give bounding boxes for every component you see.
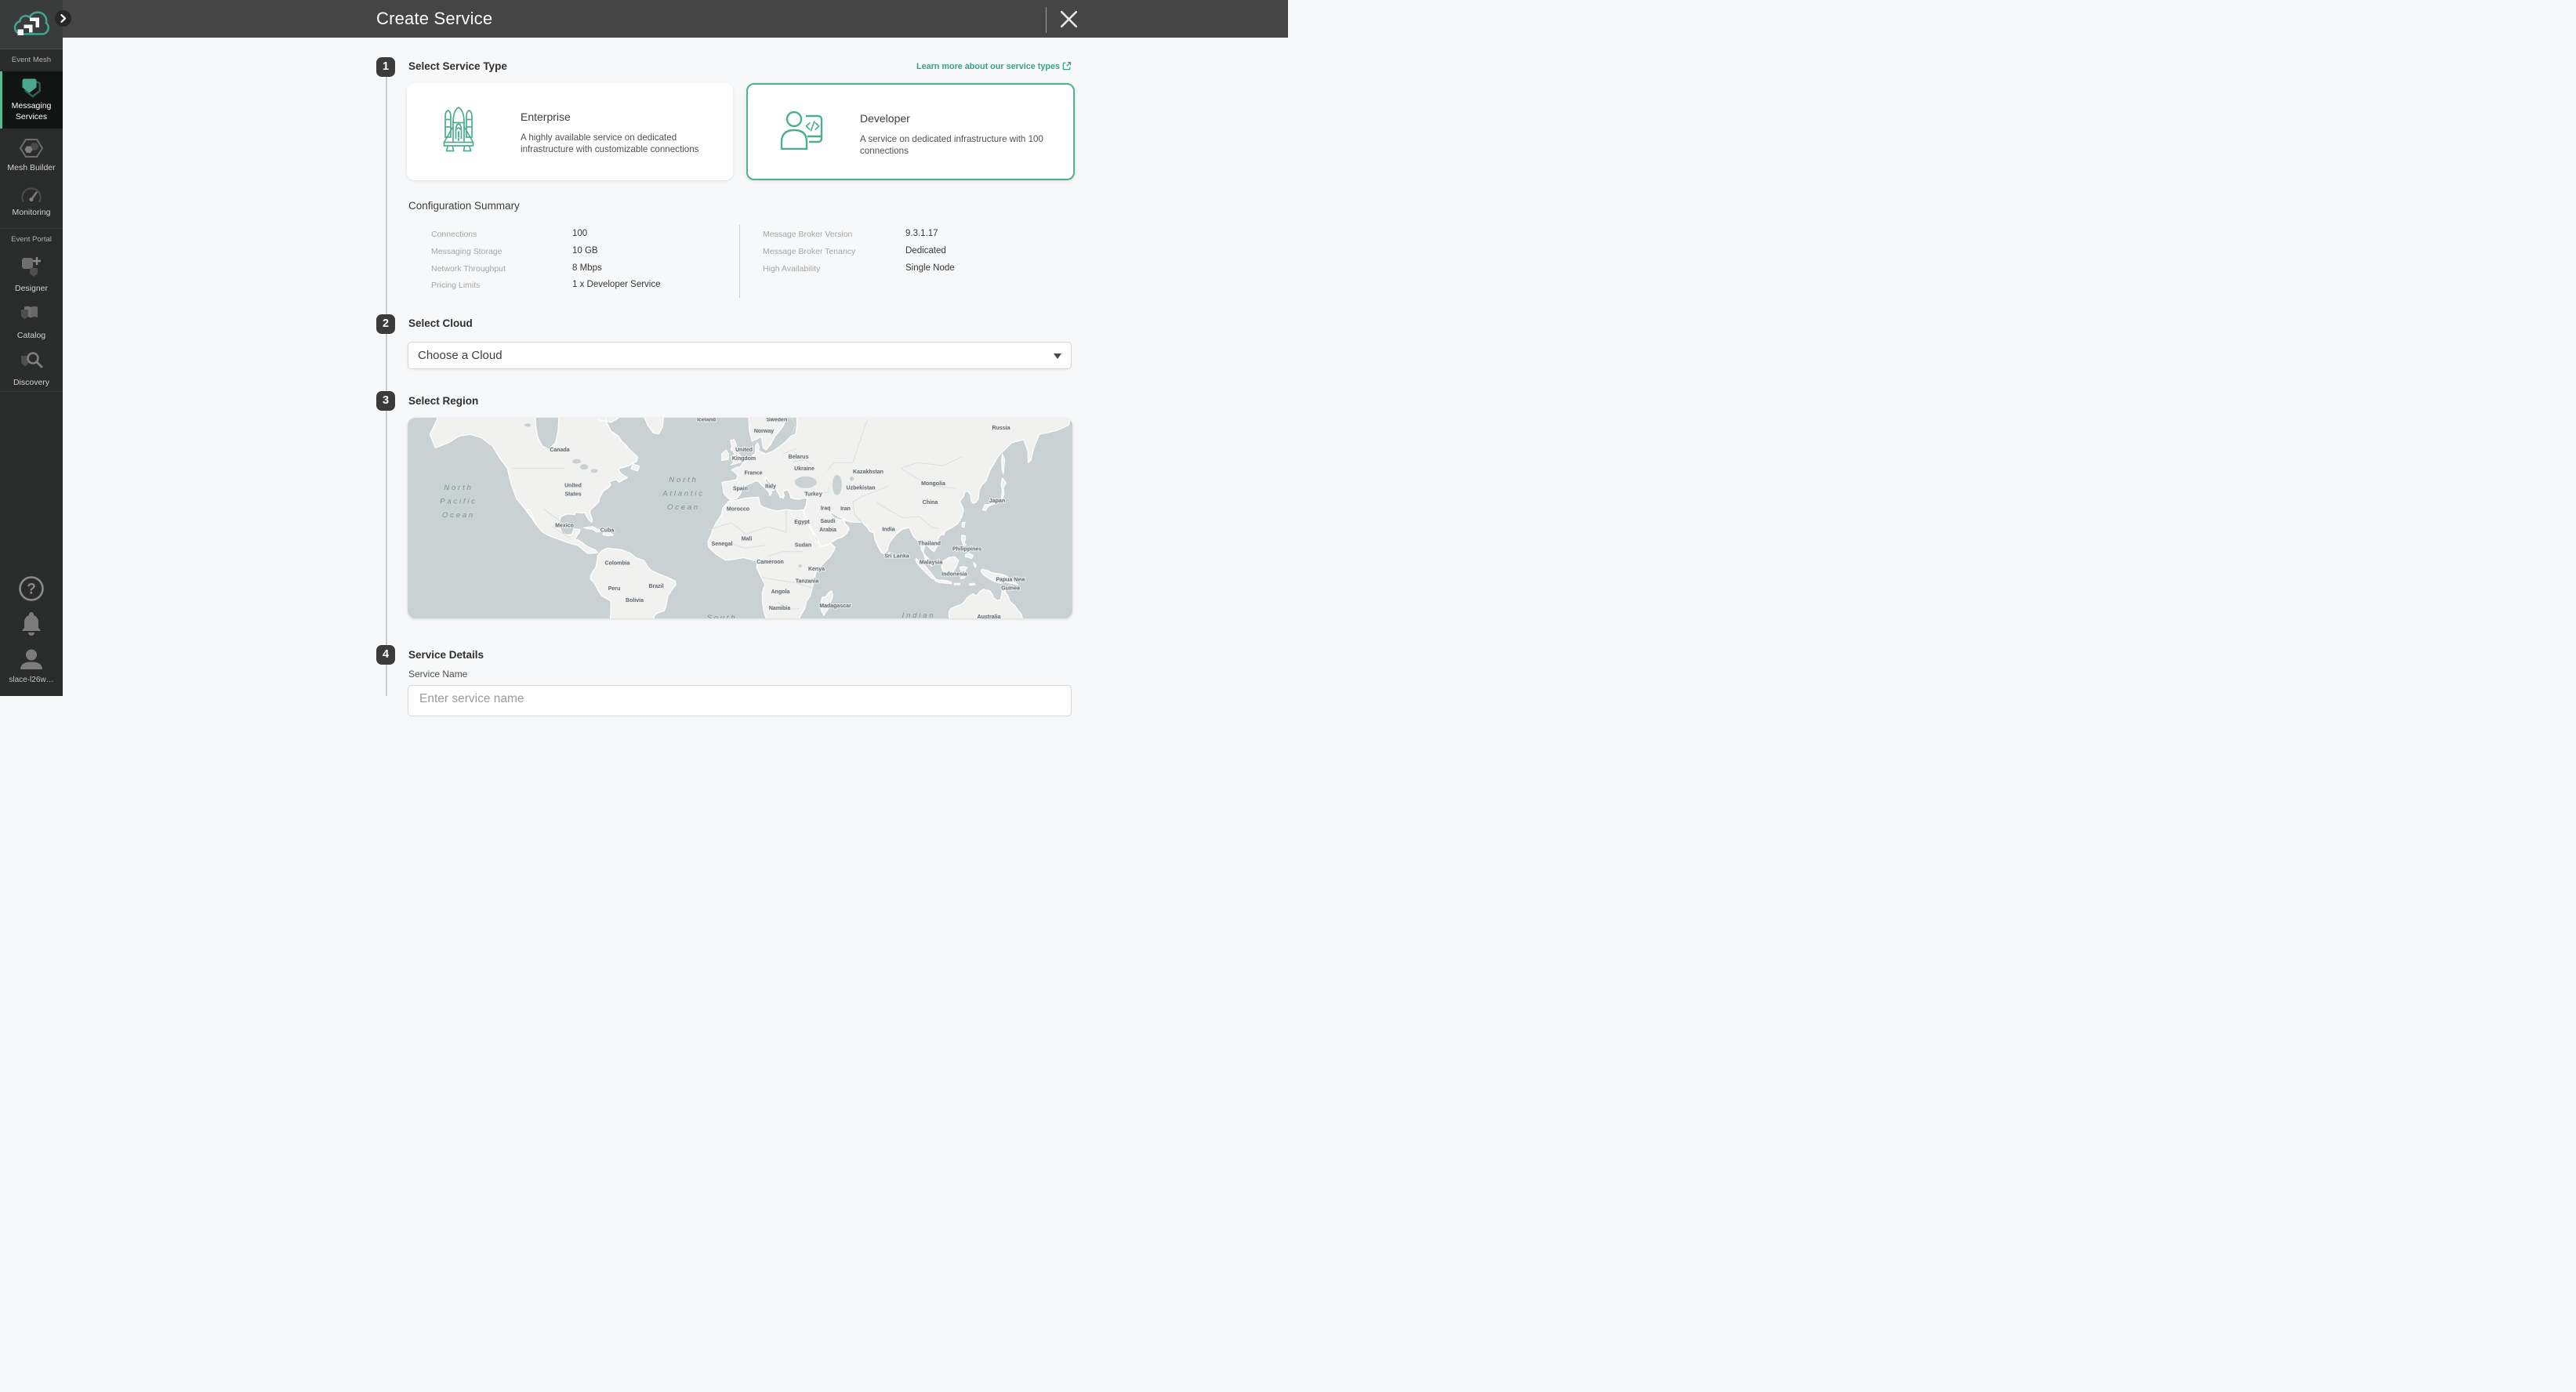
svg-text:Canada: Canada	[550, 448, 569, 453]
svg-text:Mali: Mali	[742, 537, 753, 542]
svg-text:Spain: Spain	[733, 487, 748, 492]
svg-text:Cameroon: Cameroon	[756, 560, 784, 565]
svg-text:Uzbekistan: Uzbekistan	[847, 486, 876, 491]
svg-text:Angola: Angola	[771, 589, 790, 595]
svg-text:Mexico: Mexico	[555, 524, 574, 529]
svg-text:Iceland: Iceland	[697, 418, 716, 423]
svg-text:Indonesia: Indonesia	[942, 572, 967, 578]
svg-text:India: India	[882, 527, 894, 533]
svg-text:South: South	[707, 614, 738, 618]
svg-text:North: North	[444, 484, 473, 492]
svg-text:Tanzania: Tanzania	[796, 579, 819, 585]
svg-text:Namibia: Namibia	[769, 606, 790, 611]
svg-text:Ocean: Ocean	[442, 511, 475, 520]
svg-text:Mongolia: Mongolia	[921, 481, 945, 487]
svg-text:Italy: Italy	[765, 484, 776, 490]
svg-text:?: ?	[27, 582, 36, 598]
svg-text:Papua New: Papua New	[996, 578, 1025, 583]
svg-text:Malaysia: Malaysia	[920, 560, 942, 566]
svg-text:Madagascar: Madagascar	[819, 604, 851, 609]
svg-text:United: United	[564, 484, 582, 489]
svg-text:Arabia: Arabia	[819, 527, 836, 533]
svg-text:Iraq: Iraq	[821, 506, 831, 512]
svg-text:United: United	[735, 448, 753, 453]
svg-text:Atlantic: Atlantic	[662, 490, 705, 498]
svg-text:Russia: Russia	[992, 426, 1010, 431]
svg-text:Peru: Peru	[608, 586, 621, 592]
svg-text:Philippines: Philippines	[952, 547, 981, 553]
svg-text:Colombia: Colombia	[605, 561, 630, 567]
svg-text:States: States	[564, 492, 581, 498]
svg-text:Kingdom: Kingdom	[732, 456, 756, 462]
svg-text:Ocean: Ocean	[667, 503, 700, 512]
svg-text:France: France	[745, 471, 763, 477]
svg-text:Norway: Norway	[754, 429, 774, 434]
svg-text:Ukraine: Ukraine	[794, 466, 815, 472]
svg-text:Brazil: Brazil	[648, 584, 663, 589]
svg-text:North: North	[669, 476, 698, 484]
svg-text:Turkey: Turkey	[804, 492, 822, 498]
svg-text:Thailand: Thailand	[918, 542, 941, 547]
svg-text:Morocco: Morocco	[727, 507, 749, 513]
svg-text:Pacific: Pacific	[440, 498, 477, 506]
svg-text:China: China	[923, 500, 938, 506]
svg-text:Bolivia: Bolivia	[626, 598, 644, 604]
svg-text:Saudi: Saudi	[820, 519, 835, 524]
svg-text:Cuba: Cuba	[600, 528, 615, 534]
svg-text:Indian: Indian	[902, 611, 936, 618]
svg-text:Japan: Japan	[989, 498, 1005, 504]
svg-text:Sri Lanka: Sri Lanka	[884, 554, 909, 560]
svg-text:Sudan: Sudan	[795, 543, 811, 549]
svg-text:Senegal: Senegal	[712, 542, 733, 547]
svg-text:Australia: Australia	[978, 614, 1001, 618]
svg-text:Egypt: Egypt	[794, 520, 810, 525]
svg-text:Sweden: Sweden	[767, 418, 787, 423]
svg-text:Kenya: Kenya	[808, 567, 825, 572]
svg-text:Belarus: Belarus	[789, 455, 809, 460]
svg-text:Iran: Iran	[840, 506, 851, 512]
svg-text:Kazakhstan: Kazakhstan	[853, 469, 883, 475]
svg-text:Guinea: Guinea	[1001, 586, 1020, 592]
